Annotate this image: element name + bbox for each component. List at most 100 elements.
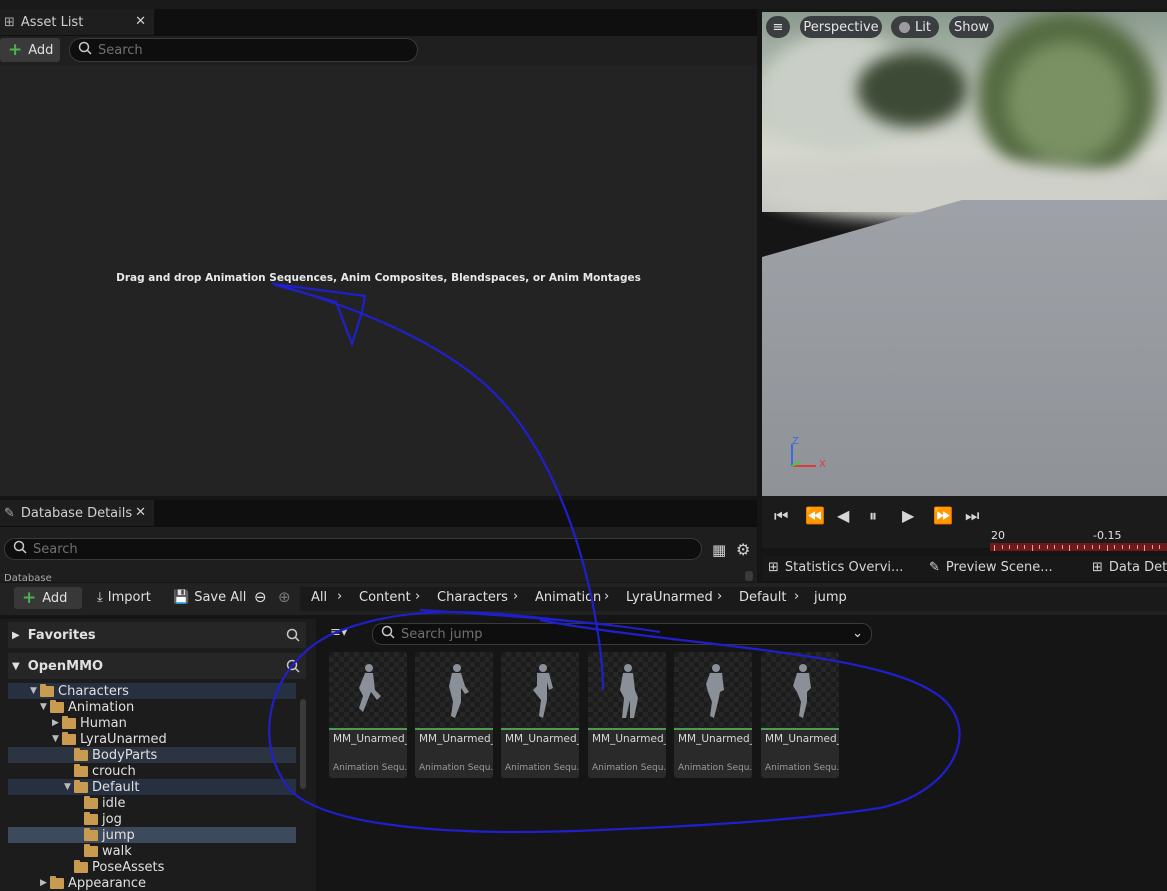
chevron-down-icon[interactable]: ▼ <box>30 686 40 696</box>
step-back-icon[interactable]: ⏪ <box>805 506 825 525</box>
tree-item-idle[interactable]: idle <box>84 795 125 811</box>
skip-to-start-icon[interactable]: ⏮ <box>774 506 788 526</box>
project-header[interactable]: ▼ OpenMMO <box>8 653 306 679</box>
chevron-right-icon[interactable]: › <box>337 589 342 604</box>
search-icon[interactable] <box>286 659 300 677</box>
show-button[interactable]: Show <box>949 16 994 38</box>
tree-item-label: crouch <box>92 763 136 779</box>
asset-search-input[interactable]: Search jump ⌄ <box>372 623 872 645</box>
tab-data-details[interactable]: ⊞ Data Deta <box>1092 560 1167 575</box>
breadcrumb-characters[interactable]: Characters <box>437 590 508 605</box>
asset-tile[interactable]: MM_Unarmed_ Animation Sequ... <box>415 652 493 778</box>
play-reverse-icon[interactable]: ◀ <box>837 506 849 525</box>
asset-tile[interactable]: MM_Unarmed_ Animation Sequ... <box>501 652 579 778</box>
breadcrumb-lyraunarmed[interactable]: LyraUnarmed <box>626 590 713 605</box>
tree-item-bodyparts[interactable]: BodyParts <box>74 747 157 763</box>
breadcrumb-content[interactable]: Content <box>359 590 411 605</box>
tick-label-left: 20 <box>991 529 1005 542</box>
tree-scrollbar[interactable] <box>300 699 306 789</box>
tab-statistics-overview[interactable]: ⊞ Statistics Overvi... <box>768 560 903 575</box>
tree-item-jump[interactable]: jump <box>84 827 135 843</box>
tree-item-jog[interactable]: jog <box>84 811 122 827</box>
pause-icon[interactable]: ⏸ <box>869 506 877 526</box>
cb-add-button[interactable]: + Add <box>14 587 82 609</box>
asset-type-color-bar <box>415 728 493 730</box>
tree-item-crouch[interactable]: crouch <box>74 763 136 779</box>
breadcrumb-default[interactable]: Default <box>739 590 787 605</box>
timeline-tick <box>1136 545 1138 549</box>
chevron-right-icon[interactable]: ▶ <box>40 878 50 888</box>
tree-item-animation[interactable]: ▼ Animation <box>40 699 134 715</box>
tree-item-default[interactable]: ▼ Default <box>64 779 140 795</box>
viewport-background <box>762 12 1167 222</box>
chevron-down-icon[interactable]: ▼ <box>64 782 74 792</box>
chevron-right-icon[interactable]: › <box>604 589 609 604</box>
project-label: OpenMMO <box>27 658 104 674</box>
asset-type: Animation Sequ... <box>505 763 579 773</box>
chevron-down-icon[interactable]: ⌄ <box>852 626 863 641</box>
lit-button[interactable]: Lit <box>891 16 939 38</box>
breadcrumb-animation[interactable]: Animation <box>535 590 601 605</box>
tree-item-poseassets[interactable]: PoseAssets <box>74 859 164 875</box>
folder-icon <box>74 747 88 761</box>
tab-asset-list[interactable]: ⊞ Asset List ✕ <box>0 9 154 35</box>
asset-name: MM_Unarmed_ <box>765 733 839 745</box>
favorites-header[interactable]: ▶ Favorites <box>8 622 306 648</box>
folder-icon <box>84 811 98 825</box>
table-view-icon[interactable]: ▦ <box>712 541 726 559</box>
asset-search-input[interactable]: Search <box>69 38 418 62</box>
tree-item-appearance[interactable]: ▶ Appearance <box>40 875 146 891</box>
tab-database-details[interactable]: ✎ Database Details ✕ <box>0 500 154 526</box>
chevron-down-icon[interactable]: ▼ <box>52 734 62 744</box>
step-forward-icon[interactable]: ⏩ <box>933 506 953 525</box>
chevron-right-icon[interactable]: › <box>415 589 420 604</box>
chevron-right-icon[interactable]: › <box>513 589 518 604</box>
tree-item-characters[interactable]: ▼ Characters <box>30 683 129 699</box>
timeline-range-bar[interactable] <box>990 543 1167 551</box>
asset-tile[interactable]: MM_Unarmed_ Animation Sequ... <box>329 652 407 778</box>
tab-preview-scene[interactable]: ✎ Preview Scene... <box>929 560 1053 575</box>
chevron-right-icon[interactable]: › <box>794 589 799 604</box>
history-forward-icon[interactable]: ⊕ <box>278 588 291 606</box>
breadcrumb-jump[interactable]: jump <box>814 590 847 605</box>
database-category-cut: Database <box>4 573 52 582</box>
skip-to-end-icon[interactable]: ⏭ <box>965 506 979 526</box>
filter-icon[interactable]: ≡▾ <box>330 625 347 640</box>
axis-z-label: Z <box>792 436 799 447</box>
play-icon[interactable]: ▶ <box>902 506 914 525</box>
asset-name: MM_Unarmed_ <box>592 733 666 745</box>
close-icon[interactable]: ✕ <box>135 14 146 29</box>
timeline-tick <box>1144 545 1145 551</box>
breadcrumb-all[interactable]: All <box>311 590 327 605</box>
search-icon[interactable] <box>286 628 300 646</box>
close-icon[interactable]: ✕ <box>135 505 146 520</box>
perspective-button[interactable]: Perspective <box>800 16 882 38</box>
chevron-right-icon[interactable]: › <box>717 589 722 604</box>
chevron-right-icon[interactable]: ▶ <box>52 718 62 728</box>
preview-viewport[interactable]: ≡ Perspective Lit Show Z X <box>762 12 1167 496</box>
tree-item-human[interactable]: ▶ Human <box>52 715 127 731</box>
chevron-down-icon[interactable]: ▼ <box>40 702 50 712</box>
search-icon <box>381 625 395 643</box>
timeline-tick <box>1129 545 1130 549</box>
tree-item-lyraunarmed[interactable]: ▼ LyraUnarmed <box>52 731 167 747</box>
tree-item-label: jump <box>102 827 135 843</box>
history-back-icon[interactable]: ⊖ <box>254 588 267 606</box>
sources-panel: ▶ Favorites ▼ OpenMMO ▼ Characters ▼ Ani… <box>0 619 316 891</box>
scrollbar[interactable] <box>745 571 753 581</box>
viewport-menu-button[interactable]: ≡ <box>766 16 790 38</box>
timeline-tick <box>1114 545 1115 549</box>
folder-open-icon <box>62 731 76 745</box>
tree-item-walk[interactable]: walk <box>84 843 132 859</box>
import-button[interactable]: ⤓ Import <box>97 590 151 605</box>
pencil-icon: ✎ <box>4 505 15 521</box>
settings-gear-icon[interactable]: ⚙ <box>736 540 750 559</box>
tree-item-label: Characters <box>58 683 129 699</box>
asset-tile[interactable]: MM_Unarmed_ Animation Sequ... <box>674 652 752 778</box>
add-button[interactable]: + Add <box>0 38 60 62</box>
details-search-input[interactable]: Search <box>4 538 702 560</box>
timeline-tick <box>1151 545 1153 549</box>
asset-tile[interactable]: MM_Unarmed_ Animation Sequ... <box>588 652 666 778</box>
save-all-button[interactable]: 💾 Save All <box>173 590 246 605</box>
asset-tile[interactable]: MM_Unarmed_ Animation Sequ... <box>761 652 839 778</box>
